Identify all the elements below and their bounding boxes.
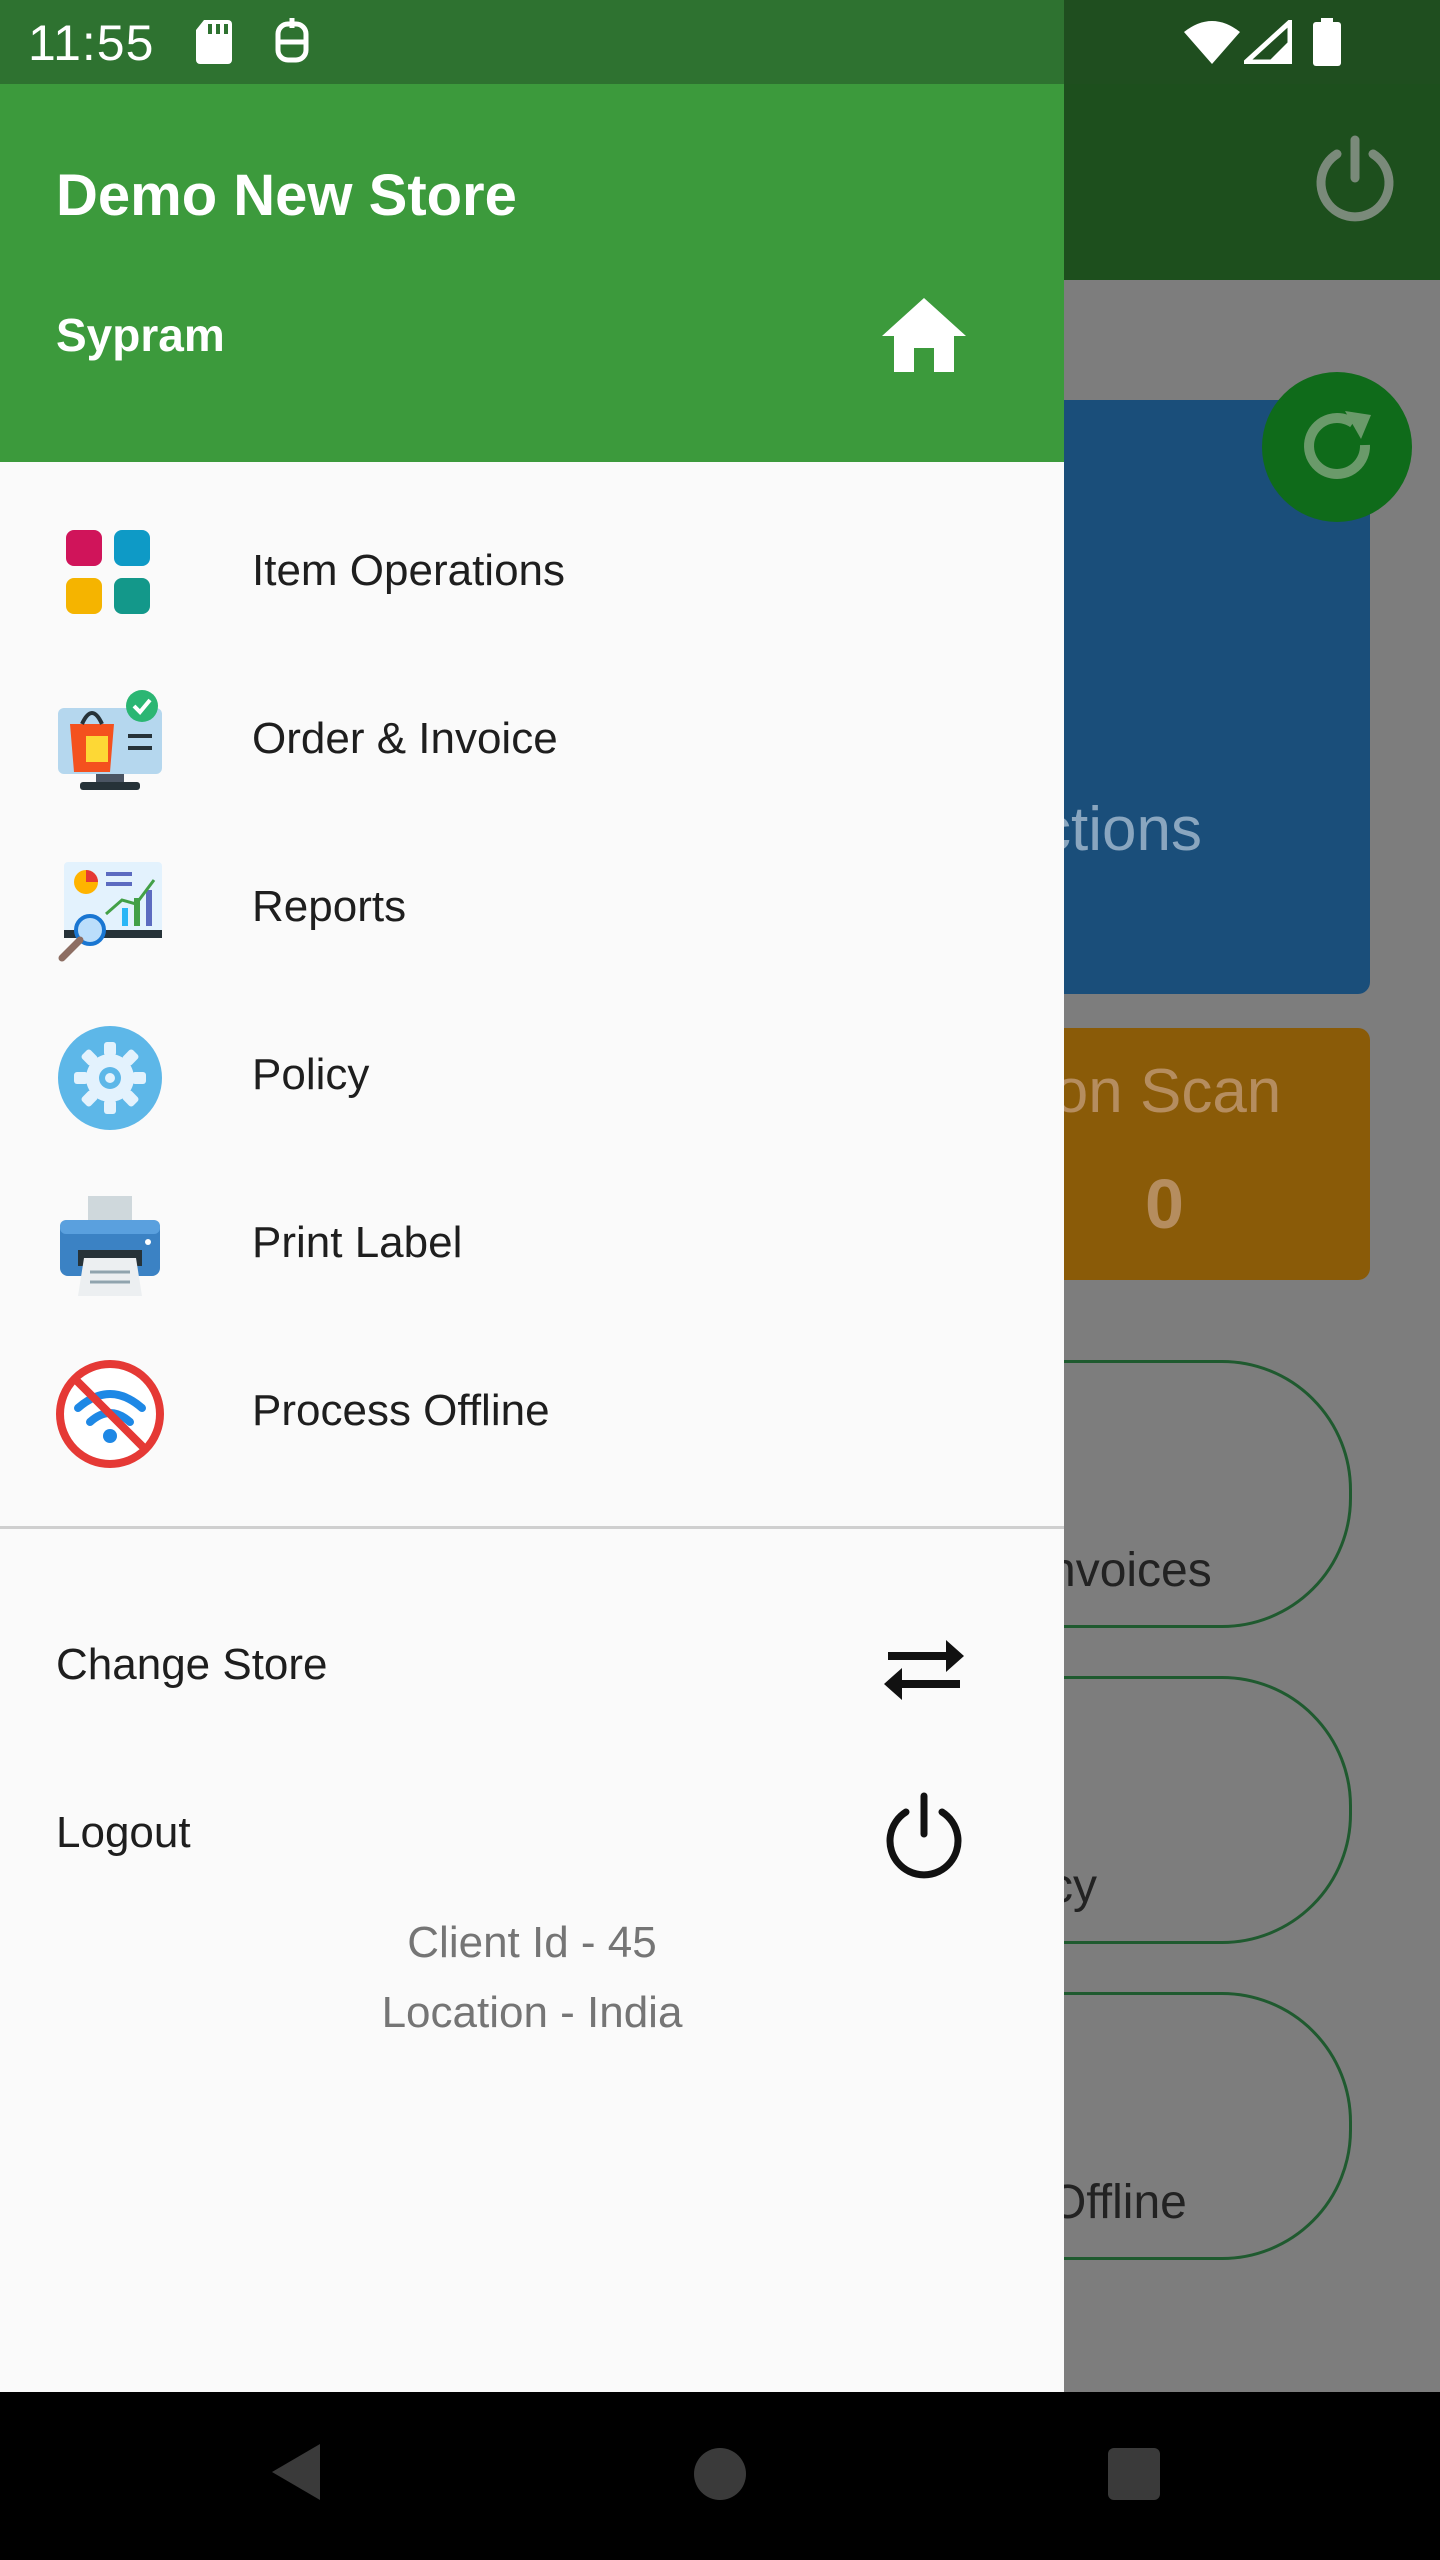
background-pill-label: nvoices bbox=[1049, 1544, 1212, 1597]
system-navigation-bar bbox=[0, 2392, 1440, 2560]
memory-icon bbox=[275, 18, 309, 63]
home-nav-button[interactable] bbox=[694, 2448, 746, 2500]
sd-card-icon bbox=[196, 20, 232, 64]
background-scan-count: 0 bbox=[1145, 1165, 1184, 1243]
menu-item-label: Item Operations bbox=[252, 546, 566, 595]
swap-arrows-icon bbox=[884, 1640, 964, 1700]
background-pill-label: Offline bbox=[1049, 2176, 1187, 2229]
menu-item-label: Print Label bbox=[252, 1218, 463, 1267]
home-icon[interactable] bbox=[880, 294, 968, 374]
logout-label: Logout bbox=[56, 1808, 191, 1857]
status-bar: 11:55 bbox=[0, 0, 1440, 84]
status-time: 11:55 bbox=[28, 15, 155, 71]
menu-item-process-offline[interactable]: Process Offline bbox=[0, 1330, 1064, 1498]
change-store-label: Change Store bbox=[56, 1640, 328, 1689]
menu-item-reports[interactable]: Reports bbox=[0, 826, 1064, 994]
signal-icon bbox=[1244, 20, 1292, 64]
drawer-menu: Item Operations Order & Invoice Reports … bbox=[0, 490, 1064, 1498]
no-wifi-icon bbox=[56, 1360, 164, 1468]
user-name: Sypram bbox=[56, 309, 225, 361]
client-id-text: Client Id - 45 bbox=[407, 1918, 657, 1967]
drawer-divider bbox=[0, 1526, 1064, 1529]
recents-button[interactable] bbox=[1108, 2448, 1160, 2500]
location-text: Location - India bbox=[381, 1988, 683, 2037]
menu-item-label: Order & Invoice bbox=[252, 714, 558, 763]
shopping-order-icon bbox=[58, 690, 162, 790]
menu-item-print-label[interactable]: Print Label bbox=[0, 1162, 1064, 1330]
battery-icon bbox=[1313, 18, 1341, 66]
gear-icon bbox=[58, 1026, 162, 1130]
refresh-button bbox=[1262, 372, 1412, 522]
status-bar-tint bbox=[0, 0, 1064, 84]
printer-icon bbox=[60, 1196, 160, 1296]
menu-item-item-operations[interactable]: Item Operations bbox=[0, 490, 1064, 658]
wifi-status-icon bbox=[1184, 21, 1240, 64]
logout-button[interactable]: Logout bbox=[0, 1752, 1064, 1920]
menu-item-order-invoice[interactable]: Order & Invoice bbox=[0, 658, 1064, 826]
menu-item-policy[interactable]: Policy bbox=[0, 994, 1064, 1162]
navigation-drawer: Demo New Store Sypram Item Operations Or… bbox=[0, 84, 1064, 2392]
background-card-text: ctions bbox=[1040, 795, 1202, 864]
client-info: Client Id - 45 Location - India bbox=[0, 1908, 1064, 2048]
menu-item-label: Policy bbox=[252, 1050, 370, 1099]
drawer-header: Demo New Store Sypram bbox=[0, 84, 1064, 462]
power-icon bbox=[1316, 135, 1394, 222]
change-store-button[interactable]: Change Store bbox=[0, 1584, 1064, 1752]
store-name: Demo New Store bbox=[56, 163, 517, 228]
reports-analytics-icon bbox=[58, 862, 162, 962]
grid-apps-icon bbox=[66, 530, 150, 614]
refresh-icon bbox=[1304, 411, 1371, 479]
power-icon bbox=[886, 1792, 962, 1879]
menu-item-label: Process Offline bbox=[252, 1386, 550, 1435]
back-icon[interactable] bbox=[268, 2440, 324, 2504]
menu-item-label: Reports bbox=[252, 882, 407, 931]
background-scan-text: lon Scan bbox=[1040, 1057, 1282, 1126]
